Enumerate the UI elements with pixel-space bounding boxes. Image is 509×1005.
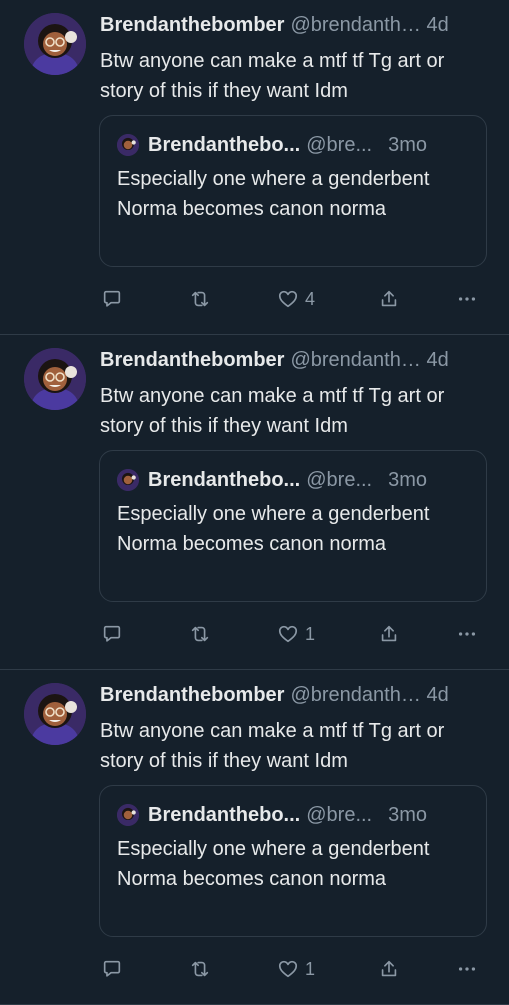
author-avatar[interactable] bbox=[24, 683, 86, 745]
quoted-text: Especially one where a genderbent Norma … bbox=[117, 838, 430, 890]
quoted-time: 3mo bbox=[388, 468, 428, 491]
quoted-author-name: Brendanthebo... bbox=[148, 133, 301, 156]
like-count: 4 bbox=[305, 288, 316, 309]
post-time[interactable]: 4d bbox=[426, 684, 448, 707]
post-time[interactable]: 4d bbox=[426, 349, 448, 372]
quoted-author-avatar bbox=[117, 469, 139, 491]
reply-icon bbox=[103, 290, 121, 307]
more-options-button[interactable] bbox=[456, 285, 478, 313]
like-count: 1 bbox=[305, 958, 316, 979]
like-icon bbox=[278, 625, 298, 643]
like-count: 1 bbox=[305, 623, 316, 644]
more-options-button[interactable] bbox=[456, 620, 478, 648]
quoted-author-name: Brendanthebo... bbox=[148, 803, 301, 826]
quoted-author-name: Brendanthebo... bbox=[148, 468, 301, 491]
author-name[interactable]: Brendanthebomber bbox=[100, 684, 284, 707]
post-text: Btw anyone can make a mtf tf Tg art or s… bbox=[100, 720, 445, 772]
action-bar: 1 bbox=[0, 620, 509, 648]
quoted-post[interactable]: Brendanthebo... @bre... 3mo Especially o… bbox=[99, 450, 487, 602]
post-text: Btw anyone can make a mtf tf Tg art or s… bbox=[100, 385, 445, 437]
author-handle[interactable]: @brendanthebomber bbox=[290, 349, 422, 372]
like-icon bbox=[278, 960, 298, 978]
author-avatar[interactable] bbox=[24, 13, 86, 75]
quoted-header: Brendanthebo... @bre... 3mo bbox=[148, 800, 474, 830]
like-button[interactable]: 1 bbox=[277, 620, 315, 648]
like-button[interactable]: 4 bbox=[277, 285, 315, 313]
repost-icon bbox=[191, 961, 209, 977]
repost-button[interactable] bbox=[189, 285, 211, 313]
reply-button[interactable] bbox=[101, 955, 123, 983]
author-handle[interactable]: @brendanthebomber bbox=[290, 684, 422, 707]
repost-icon bbox=[191, 291, 209, 307]
action-bar: 1 bbox=[0, 955, 509, 983]
timeline: Brendanthebomber @brendanthebomber 4d Bt… bbox=[0, 0, 509, 1005]
share-icon bbox=[381, 290, 397, 307]
quoted-time: 3mo bbox=[388, 803, 428, 826]
like-button[interactable]: 1 bbox=[277, 955, 315, 983]
share-button[interactable] bbox=[378, 285, 400, 313]
reply-button[interactable] bbox=[101, 285, 123, 313]
reply-icon bbox=[103, 960, 121, 977]
reply-button[interactable] bbox=[101, 620, 123, 648]
post[interactable]: Brendanthebomber @brendanthebomber 4d Bt… bbox=[0, 335, 509, 670]
post-text: Btw anyone can make a mtf tf Tg art or s… bbox=[100, 50, 445, 102]
post-header: Brendanthebomber @brendanthebomber 4d bbox=[100, 11, 489, 39]
author-name[interactable]: Brendanthebomber bbox=[100, 349, 284, 372]
quoted-author-handle: @bre... bbox=[306, 468, 373, 491]
share-button[interactable] bbox=[378, 955, 400, 983]
action-bar: 4 bbox=[0, 285, 509, 313]
more-icon bbox=[458, 632, 476, 636]
post-time[interactable]: 4d bbox=[426, 14, 448, 37]
post-header: Brendanthebomber @brendanthebomber 4d bbox=[100, 346, 489, 374]
share-icon bbox=[381, 625, 397, 642]
reply-icon bbox=[103, 625, 121, 642]
quoted-post[interactable]: Brendanthebo... @bre... 3mo Especially o… bbox=[99, 115, 487, 267]
repost-icon bbox=[191, 626, 209, 642]
repost-button[interactable] bbox=[189, 620, 211, 648]
author-name[interactable]: Brendanthebomber bbox=[100, 14, 284, 37]
more-icon bbox=[458, 297, 476, 301]
quoted-text: Especially one where a genderbent Norma … bbox=[117, 168, 430, 220]
quoted-time: 3mo bbox=[388, 133, 428, 156]
quoted-text: Especially one where a genderbent Norma … bbox=[117, 503, 430, 555]
repost-button[interactable] bbox=[189, 955, 211, 983]
quoted-author-handle: @bre... bbox=[306, 803, 373, 826]
author-handle[interactable]: @brendanthebomber bbox=[290, 14, 422, 37]
share-icon bbox=[381, 960, 397, 977]
more-icon bbox=[458, 967, 476, 971]
quoted-author-avatar bbox=[117, 134, 139, 156]
quoted-header: Brendanthebo... @bre... 3mo bbox=[148, 130, 474, 160]
more-options-button[interactable] bbox=[456, 955, 478, 983]
quoted-author-handle: @bre... bbox=[306, 133, 373, 156]
quoted-author-avatar bbox=[117, 804, 139, 826]
post[interactable]: Brendanthebomber @brendanthebomber 4d Bt… bbox=[0, 0, 509, 335]
like-icon bbox=[278, 290, 298, 308]
author-avatar[interactable] bbox=[24, 348, 86, 410]
quoted-header: Brendanthebo... @bre... 3mo bbox=[148, 465, 474, 495]
quoted-post[interactable]: Brendanthebo... @bre... 3mo Especially o… bbox=[99, 785, 487, 937]
share-button[interactable] bbox=[378, 620, 400, 648]
post-header: Brendanthebomber @brendanthebomber 4d bbox=[100, 681, 489, 709]
post[interactable]: Brendanthebomber @brendanthebomber 4d Bt… bbox=[0, 670, 509, 1005]
